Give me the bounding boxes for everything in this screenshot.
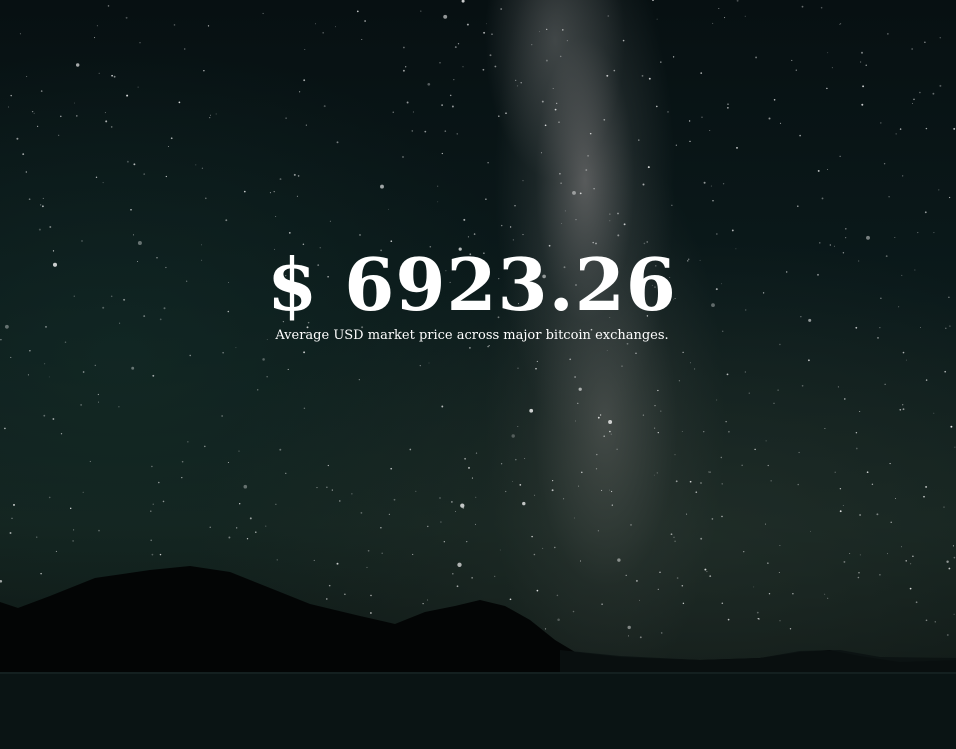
- price-description: Average USD market price across major bi…: [275, 328, 669, 343]
- mountain-silhouette: [0, 566, 956, 749]
- page-background: $ 6923.26 Average USD market price acros…: [0, 0, 956, 749]
- price-panel: $ 6923.26 Average USD market price acros…: [0, 243, 944, 345]
- bitcoin-price: $ 6923.26: [267, 242, 677, 327]
